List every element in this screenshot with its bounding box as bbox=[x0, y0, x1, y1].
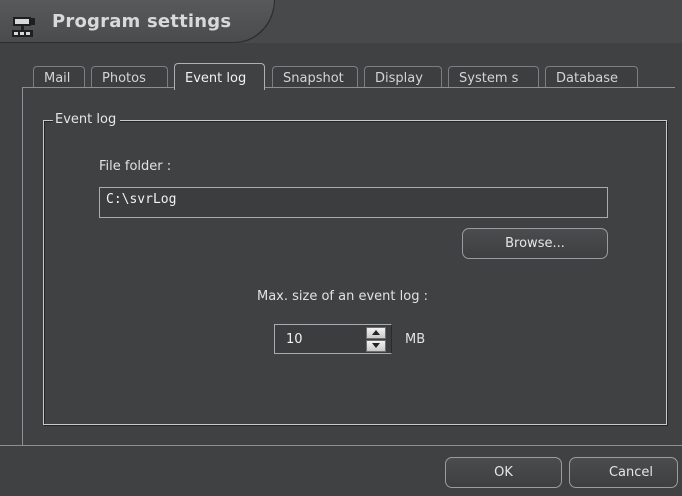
spin-up-button[interactable] bbox=[366, 327, 386, 339]
title-bar: Program settings bbox=[0, 0, 682, 43]
event-log-group-title: Event log bbox=[53, 112, 121, 128]
file-folder-label: File folder : bbox=[99, 159, 172, 174]
tab-mail[interactable]: Mail bbox=[33, 66, 85, 88]
arrow-down-icon bbox=[372, 343, 380, 348]
tab-photos[interactable]: Photos bbox=[91, 66, 168, 88]
tab-event-log[interactable]: Event log bbox=[174, 63, 265, 90]
tab-database[interactable]: Database bbox=[545, 66, 638, 88]
arrow-up-icon bbox=[372, 330, 380, 335]
tab-system[interactable]: System s bbox=[448, 66, 539, 88]
tab-display[interactable]: Display bbox=[364, 66, 442, 88]
footer-separator bbox=[0, 445, 682, 446]
window-title: Program settings bbox=[52, 11, 232, 32]
camera-settings-icon bbox=[10, 16, 36, 38]
spin-down-button[interactable] bbox=[366, 340, 386, 352]
max-size-unit: MB bbox=[405, 332, 426, 347]
max-size-stepper[interactable]: 10 bbox=[274, 324, 392, 354]
cancel-button[interactable]: Cancel bbox=[569, 457, 678, 488]
title-tab: Program settings bbox=[0, 0, 275, 43]
browse-button[interactable]: Browse... bbox=[462, 228, 608, 259]
ok-button[interactable]: OK bbox=[445, 457, 562, 488]
tab-snapshot[interactable]: Snapshot bbox=[272, 66, 358, 88]
max-size-label: Max. size of an event log : bbox=[257, 289, 428, 304]
file-folder-input[interactable]: C:\svrLog bbox=[99, 187, 608, 218]
max-size-value[interactable]: 10 bbox=[286, 332, 303, 347]
